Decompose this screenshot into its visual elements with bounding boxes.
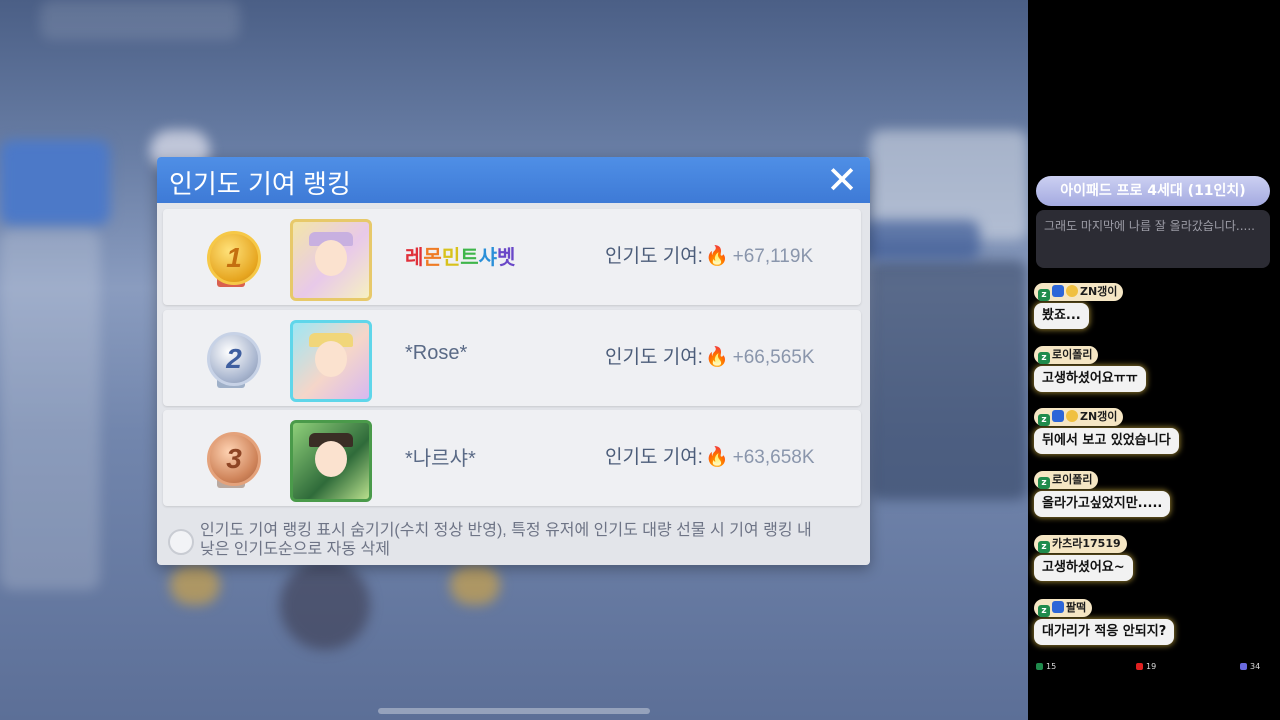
viewer-count: 15 [1036, 662, 1056, 671]
chat-user[interactable]: z 로이폴리 [1034, 346, 1099, 364]
background-tab-highlight [0, 140, 110, 225]
z-badge-icon: z [1038, 605, 1050, 617]
ranking-row[interactable]: 1 레몬민트샤벳 인기도 기여: 🔥 +67,119K [163, 209, 861, 305]
user-name: *나르샤* [405, 448, 476, 470]
chat-user[interactable]: z 로이폴리 [1034, 471, 1099, 489]
rank-number: 2 [207, 332, 261, 386]
ranking-row[interactable]: 3 *나르샤* 인기도 기여: 🔥 +63,658K [163, 410, 861, 506]
dialog-footer: 인기도 기여 랭킹 표시 숨기기(수치 정상 반영), 특정 유저에 인기도 대… [157, 517, 870, 565]
z-badge-icon: z [1038, 414, 1050, 426]
contribution-label: 인기도 기여: [605, 246, 703, 267]
background-kart [870, 260, 1028, 500]
contribution-value: +66,565K [732, 347, 815, 368]
z-badge-icon: z [1038, 541, 1050, 553]
chat-message: z 팔떡 대가리가 적응 안되지? [1034, 596, 1175, 645]
contribution-value: +63,658K [732, 447, 815, 468]
youtube-count: 19 [1136, 662, 1156, 671]
pinned-message: 그래도 마지막에 나름 잘 올라갔습니다..... [1036, 210, 1270, 268]
contribution-label: 인기도 기여: [605, 347, 703, 368]
user-avatar[interactable] [290, 420, 372, 502]
contribution-value: +67,119K [732, 246, 814, 267]
chat-stats: 15 19 34 [1028, 662, 1280, 676]
contribution-label: 인기도 기여: [605, 447, 703, 468]
home-indicator[interactable] [378, 708, 650, 714]
chat-panel: 아이패드 프로 4세대 (11인치) 그래도 마지막에 나름 잘 올라갔습니다.… [1028, 0, 1280, 720]
chat-message: z 로이폴리 올라가고싶었지만..... [1034, 468, 1171, 517]
chzzk-icon [1036, 663, 1043, 670]
user-avatar[interactable] [290, 320, 372, 402]
flame-icon: 🔥 [704, 447, 729, 468]
ranking-row[interactable]: 2 *Rose* 인기도 기여: 🔥 +66,565K [163, 310, 861, 406]
hide-ranking-checkbox[interactable] [168, 529, 194, 555]
contribution: 인기도 기여: 🔥 +67,119K [605, 241, 813, 268]
close-icon[interactable]: ✕ [824, 161, 860, 199]
chat-message: z 로이폴리 고생하셨어요ㅠㅠ [1034, 343, 1146, 392]
chat-title: 아이패드 프로 4세대 (11인치) [1036, 176, 1270, 206]
platform-icon [1240, 663, 1247, 670]
z-badge-icon: z [1038, 477, 1050, 489]
blue-badge-icon [1052, 285, 1064, 297]
background-sidebar [0, 230, 100, 590]
hide-ranking-notice: 인기도 기여 랭킹 표시 숨기기(수치 정상 반영), 특정 유저에 인기도 대… [200, 522, 812, 558]
background-coin-right [450, 565, 500, 605]
chat-user[interactable]: z ZN갱이 [1034, 408, 1124, 426]
user-name: 레몬민트샤벳 [405, 247, 516, 269]
chat-text: 고생하셨어요ㅠㅠ [1034, 366, 1146, 392]
z-badge-icon: z [1038, 289, 1050, 301]
chat-message: z ZN갱이 뒤에서 보고 있었습니다 [1034, 405, 1179, 454]
chat-user[interactable]: z 팔떡 [1034, 599, 1093, 617]
ranking-list: 1 레몬민트샤벳 인기도 기여: 🔥 +67,119K 2 *Rose* 인기도… [163, 209, 863, 512]
silver-medal-icon: 2 [201, 328, 261, 390]
chat-text: 대가리가 적응 안되지? [1034, 619, 1175, 645]
hand-badge-icon [1066, 410, 1078, 422]
background-top-bar [40, 0, 240, 40]
chat-text: 고생하셨어요~ [1034, 555, 1133, 581]
gold-medal-icon: 1 [201, 227, 261, 289]
blue-badge-icon [1052, 601, 1064, 613]
background-emblem [280, 560, 370, 650]
chat-text: 봤죠... [1034, 303, 1089, 329]
bronze-medal-icon: 3 [201, 428, 261, 490]
hand-badge-icon [1066, 285, 1078, 297]
rank-number: 3 [207, 432, 261, 486]
chat-user[interactable]: z ZN갱이 [1034, 283, 1124, 301]
youtube-icon [1136, 663, 1143, 670]
background-button [860, 220, 980, 260]
flame-icon: 🔥 [704, 246, 729, 267]
chat-text: 올라가고싶었지만..... [1034, 491, 1171, 517]
other-count: 34 [1240, 662, 1260, 671]
chat-message: z ZN갱이 봤죠... [1034, 280, 1124, 329]
chat-text: 뒤에서 보고 있었습니다 [1034, 428, 1179, 454]
popularity-ranking-dialog: 인기도 기여 랭킹 ✕ 1 레몬민트샤벳 인기도 기여: 🔥 +67,119K 2 [157, 157, 870, 565]
chat-user[interactable]: z 카츠라17519 [1034, 535, 1127, 553]
contribution: 인기도 기여: 🔥 +63,658K [605, 442, 815, 469]
user-avatar[interactable] [290, 219, 372, 301]
dialog-title: 인기도 기여 랭킹 [169, 169, 351, 199]
z-badge-icon: z [1038, 352, 1050, 364]
contribution: 인기도 기여: 🔥 +66,565K [605, 342, 815, 369]
flame-icon: 🔥 [704, 347, 729, 368]
rank-number: 1 [207, 231, 261, 285]
chat-message: z 카츠라17519 고생하셨어요~ [1034, 532, 1133, 581]
dialog-header: 인기도 기여 랭킹 ✕ [157, 157, 870, 203]
user-name: *Rose* [405, 342, 468, 364]
blue-badge-icon [1052, 410, 1064, 422]
background-coin-left [170, 565, 220, 605]
